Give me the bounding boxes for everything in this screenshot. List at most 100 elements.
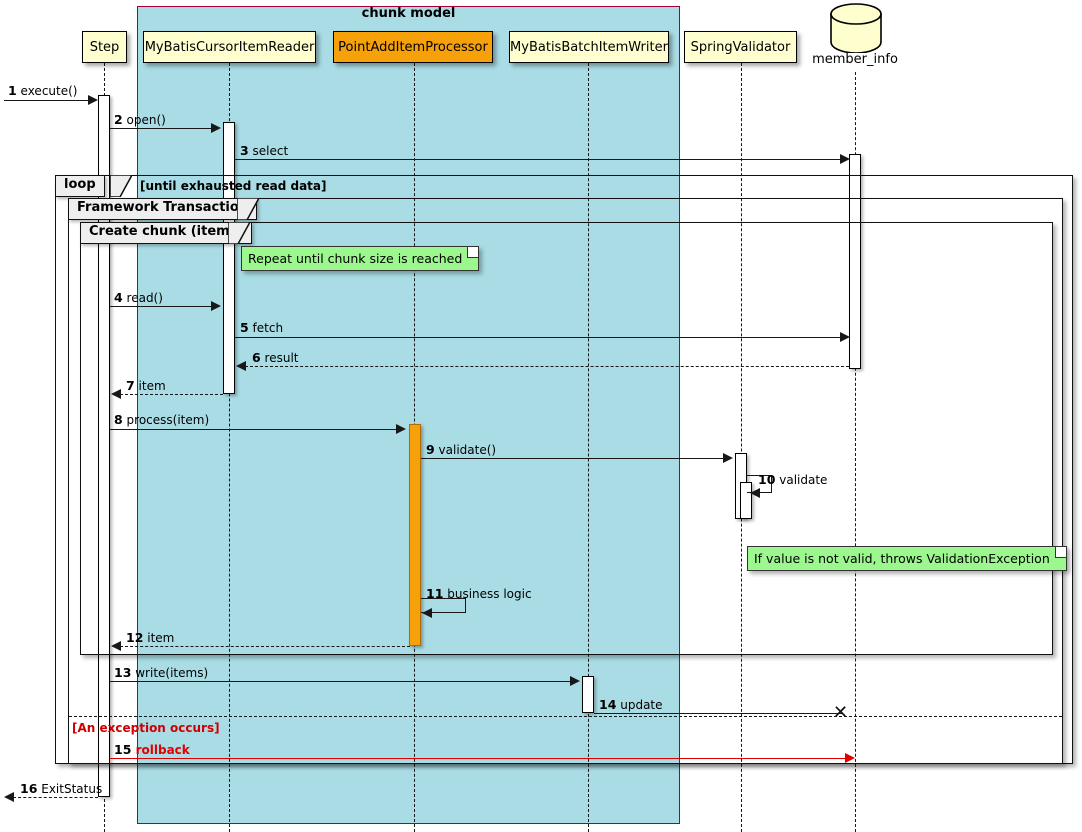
message-10-text: validate xyxy=(779,473,828,487)
message-9-text: validate() xyxy=(438,443,497,457)
message-7-arrow xyxy=(111,389,121,399)
message-16-line xyxy=(13,797,98,798)
message-15-num: 15 xyxy=(114,742,132,757)
note-fold-icon-2 xyxy=(1054,547,1066,558)
message-11-text: business logic xyxy=(447,587,532,601)
message-13-line xyxy=(110,681,574,682)
message-13-text: write(items) xyxy=(135,666,209,680)
message-2-label: 2 open() xyxy=(114,112,166,127)
message-10-label: 10 validate xyxy=(758,472,827,487)
message-12-line xyxy=(120,646,410,647)
message-13-num: 13 xyxy=(114,665,132,680)
note-validation-text: If value is not valid, throws Validation… xyxy=(754,551,1050,566)
message-16-arrow xyxy=(4,792,14,802)
participant-validator[interactable]: SpringValidator xyxy=(684,31,797,63)
frame-loop-label-text: loop xyxy=(64,177,96,192)
message-7-label: 7 item xyxy=(126,378,166,393)
participant-reader-label: MyBatisCursorItemReader xyxy=(144,39,315,55)
message-14-num: 14 xyxy=(599,697,617,712)
message-4-num: 4 xyxy=(114,290,123,305)
message-12-arrow xyxy=(111,641,121,651)
message-5-label: 5 fetch xyxy=(240,320,283,335)
note-chunk-size-text: Repeat until chunk size is reached xyxy=(248,251,463,266)
frame-framework-label-text: Framework Transaction xyxy=(77,200,249,215)
frame-framework-label-notch xyxy=(237,198,259,220)
message-4-text: read() xyxy=(126,291,163,305)
participant-validator-label: SpringValidator xyxy=(690,39,791,55)
frame-loop-label: loop xyxy=(55,175,105,197)
message-2-num: 2 xyxy=(114,112,123,127)
message-5-arrow xyxy=(840,332,850,342)
frame-loop-label-notch xyxy=(110,175,132,197)
exception-divider-condition: [An exception occurs] xyxy=(72,721,220,735)
message-11-num: 11 xyxy=(426,586,444,601)
message-6-line xyxy=(245,366,849,367)
message-8-label: 8 process(item) xyxy=(114,412,209,427)
message-1-arrow xyxy=(88,95,98,105)
sequence-diagram-canvas: chunk model Step MyBatisCursorItemReader… xyxy=(0,0,1082,832)
participant-processor-label: PointAddItemProcessor xyxy=(338,39,488,55)
destroy-x-icon: ✕ xyxy=(833,702,849,723)
message-2-text: open() xyxy=(126,113,166,127)
note-fold-icon xyxy=(467,247,479,258)
message-3-arrow xyxy=(840,154,850,164)
message-1-num: 1 xyxy=(8,83,17,98)
message-1-label: 1 execute() xyxy=(8,83,77,98)
message-7-num: 7 xyxy=(126,378,135,393)
message-16-text: ExitStatus xyxy=(41,782,103,796)
frame-create-chunk xyxy=(80,222,1053,655)
message-9-line xyxy=(421,458,727,459)
group-box-title: chunk model xyxy=(361,6,456,21)
message-6-text: result xyxy=(264,351,299,365)
participant-step[interactable]: Step xyxy=(82,31,127,63)
frame-create-chunk-label: Create chunk (items) xyxy=(80,222,253,244)
message-15-text: rollback xyxy=(135,743,190,757)
message-4-arrow xyxy=(211,301,221,311)
database-icon[interactable] xyxy=(828,3,884,54)
message-8-arrow xyxy=(396,424,406,434)
message-6-num: 6 xyxy=(252,350,261,365)
message-2-arrow xyxy=(211,123,221,133)
message-13-arrow xyxy=(570,676,580,686)
message-12-num: 12 xyxy=(126,630,144,645)
message-9-label: 9 validate() xyxy=(426,442,496,457)
message-4-label: 4 read() xyxy=(114,290,163,305)
message-15-label: 15 rollback xyxy=(114,742,190,757)
frame-loop-condition: [until exhausted read data] xyxy=(140,179,327,193)
message-11-arrow xyxy=(422,608,432,618)
message-9-arrow xyxy=(723,453,733,463)
message-8-num: 8 xyxy=(114,412,123,427)
message-10-arrow xyxy=(750,488,760,498)
message-4-line xyxy=(110,306,215,307)
participant-writer[interactable]: MyBatisBatchItemWriter xyxy=(509,31,669,63)
message-3-text: select xyxy=(252,144,289,158)
participant-step-label: Step xyxy=(89,39,120,55)
note-validation: If value is not valid, throws Validation… xyxy=(747,546,1067,571)
message-10-num: 10 xyxy=(758,472,776,487)
message-16-label: 16 ExitStatus xyxy=(20,781,102,796)
message-2-line xyxy=(110,128,215,129)
message-11-label: 11 business logic xyxy=(426,586,532,601)
message-14-label: 14 update xyxy=(599,697,663,712)
message-16-num: 16 xyxy=(20,781,38,796)
message-13-label: 13 write(items) xyxy=(114,665,208,680)
message-5-line xyxy=(235,337,845,338)
message-8-line xyxy=(110,429,400,430)
message-12-label: 12 item xyxy=(126,630,174,645)
frame-create-chunk-label-notch xyxy=(228,222,250,244)
message-14-text: update xyxy=(620,698,663,712)
message-7-line xyxy=(120,394,223,395)
message-6-label: 6 result xyxy=(252,350,298,365)
message-12-text: item xyxy=(147,631,175,645)
message-9-num: 9 xyxy=(426,442,435,457)
database-label: member_info xyxy=(812,52,898,67)
frame-framework-label: Framework Transaction xyxy=(68,198,258,220)
participant-writer-label: MyBatisBatchItemWriter xyxy=(510,39,668,55)
participant-reader[interactable]: MyBatisCursorItemReader xyxy=(143,31,316,63)
message-3-num: 3 xyxy=(240,143,249,158)
message-8-text: process(item) xyxy=(126,413,210,427)
message-7-text: item xyxy=(138,379,166,393)
frame-create-chunk-label-text: Create chunk (items) xyxy=(89,224,244,239)
message-1-line xyxy=(4,100,94,101)
participant-processor[interactable]: PointAddItemProcessor xyxy=(333,31,493,63)
